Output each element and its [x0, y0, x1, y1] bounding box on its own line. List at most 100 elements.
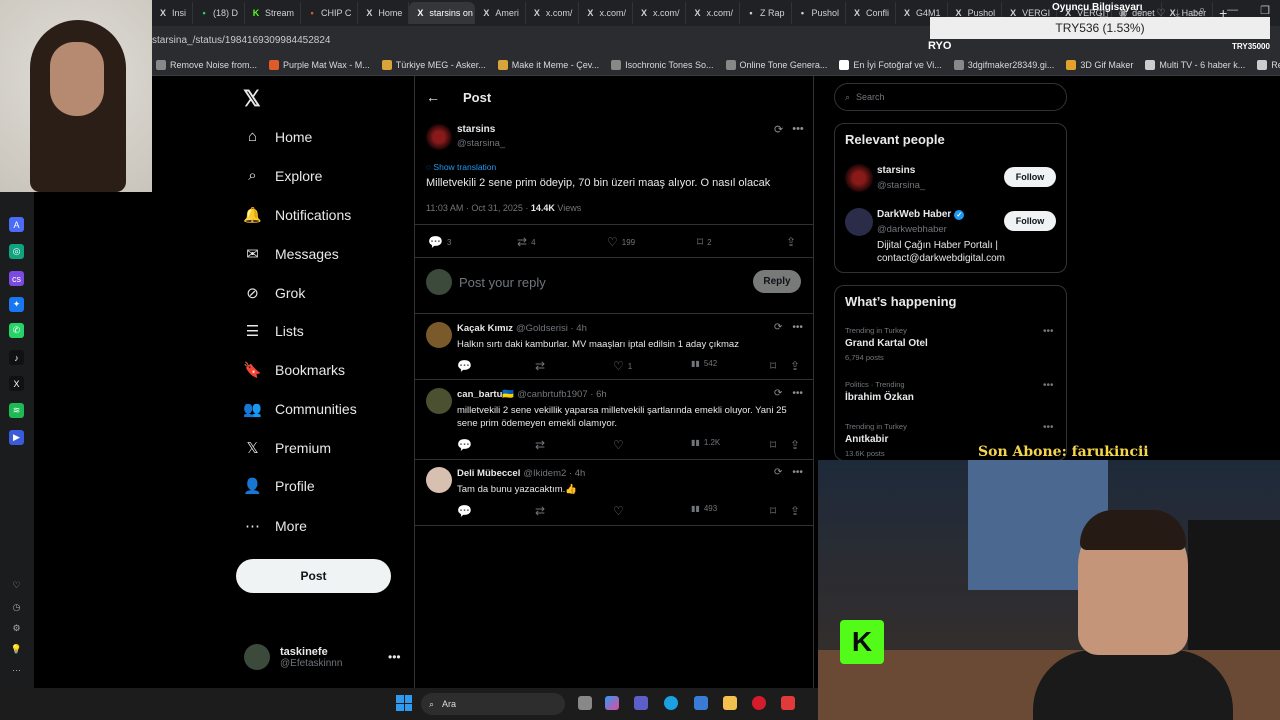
bookmark-item[interactable]: Remove Noise from...	[156, 59, 257, 70]
more-icon[interactable]: •••	[1043, 422, 1054, 433]
repost-action[interactable]: ⇄	[535, 438, 545, 452]
post-button[interactable]: Post	[236, 559, 391, 593]
reply-author[interactable]: can_bartu🇺🇦 @canbrtufb1907 · 6h	[457, 389, 607, 400]
nav-item-communities[interactable]: 👥 Communities	[243, 400, 357, 418]
nav-item-explore[interactable]: ⌕ Explore	[244, 167, 322, 184]
reply-input[interactable]: Post your reply	[459, 275, 546, 290]
back-arrow-icon[interactable]: ←	[426, 89, 440, 105]
like-action[interactable]: ♡	[613, 438, 628, 452]
settings-icon[interactable]: ⚙	[9, 621, 24, 636]
bulb-icon[interactable]: 💡	[9, 642, 24, 657]
url-text[interactable]: starsina_/status/1984169309984452824	[152, 35, 330, 46]
bookmark-item[interactable]: En İyi Fotoğraf ve Vi...	[839, 59, 942, 70]
browser-tab[interactable]: Xstarsins on X	[409, 2, 476, 24]
edge-icon[interactable]	[664, 696, 678, 710]
person-handle[interactable]: @starsina_	[877, 180, 925, 191]
bookmark-item[interactable]: Make it Meme - Çev...	[497, 59, 599, 70]
show-translation-link[interactable]: ◌ Show translation	[426, 162, 496, 172]
translate-label[interactable]: Show translation	[433, 162, 496, 172]
aria-icon[interactable]: A	[9, 217, 24, 232]
more-icon[interactable]: •••	[792, 322, 803, 333]
reply-action[interactable]: 💬	[457, 504, 472, 518]
nav-item-messages[interactable]: ✉ Messages	[244, 245, 339, 263]
nav-item-premium[interactable]: 𝕏 Premium	[244, 439, 331, 457]
store-icon[interactable]	[694, 696, 708, 710]
bookmark-action[interactable]: ⌑	[770, 438, 776, 452]
cs-icon[interactable]: cs	[9, 271, 24, 286]
author-handle[interactable]: @starsina_	[457, 138, 505, 149]
bookmark-item[interactable]: 3dgifmaker28349.gi...	[953, 59, 1054, 70]
browser-tab[interactable]: • Pushol	[792, 2, 847, 24]
share-action[interactable]: ⇪	[790, 438, 800, 452]
repost-action[interactable]: ⇄	[535, 359, 545, 373]
author-avatar[interactable]	[426, 124, 452, 150]
reply-author[interactable]: Kaçak Kımız @Goldserisi · 4h	[457, 323, 587, 334]
bookmark-item[interactable]: 3D Gif Maker	[1066, 59, 1133, 70]
reply-action[interactable]: 💬 3	[428, 235, 451, 249]
bookmark-item[interactable]: Online Tone Genera...	[725, 59, 827, 70]
browser-tab[interactable]: • (18) D	[193, 2, 246, 24]
history-icon[interactable]: ◷	[9, 600, 24, 615]
bookmark-item[interactable]: Rehber: Windows 1...	[1257, 59, 1280, 70]
copilot-icon[interactable]	[605, 696, 619, 710]
author-name[interactable]: starsins	[457, 124, 495, 135]
bookmark-item[interactable]: Multi TV - 6 haber k...	[1145, 59, 1245, 70]
reply-action[interactable]: 💬	[457, 438, 472, 452]
person-avatar[interactable]	[845, 164, 873, 192]
taskbar-search[interactable]: ⌕ Ara	[421, 693, 565, 715]
teams-icon[interactable]	[634, 696, 648, 710]
browser-tab[interactable]: X Ameri	[475, 2, 526, 24]
browser-tab[interactable]: X Insi	[152, 2, 194, 24]
like-action[interactable]: ♡ 199	[607, 235, 635, 249]
repost-action[interactable]: ⇄	[535, 504, 545, 518]
reply-author-avatar[interactable]	[426, 388, 452, 414]
explorer-icon[interactable]	[723, 696, 737, 710]
nav-item-profile[interactable]: 👤 Profile	[243, 477, 315, 495]
more-icon[interactable]: ⋯	[9, 663, 24, 678]
browser-tab[interactable]: • CHIP C	[301, 2, 359, 24]
restore-icon[interactable]: ❐	[1260, 4, 1270, 17]
browser-tab[interactable]: Xx.com/	[633, 2, 687, 24]
more-icon[interactable]: •••	[792, 467, 803, 478]
chatgpt-icon[interactable]: ◎	[9, 244, 24, 259]
spotify-icon[interactable]: ≋	[9, 403, 24, 418]
views-action[interactable]: ▮▮ 493	[691, 504, 717, 513]
share-action[interactable]: ⇪	[790, 504, 800, 518]
nav-item-notifications[interactable]: 🔔 Notifications	[243, 206, 351, 224]
browser-tab[interactable]: Xx.com/	[686, 2, 740, 24]
heart-icon[interactable]: ♡	[9, 578, 24, 593]
browser-tab[interactable]: K Stream	[245, 2, 302, 24]
views-action[interactable]: ▮▮ 1.2K	[691, 438, 720, 447]
whatsapp-icon[interactable]: ✆	[9, 323, 24, 338]
search-input[interactable]: ⌕ Search	[834, 83, 1067, 111]
grok-icon[interactable]: ⟳	[774, 123, 783, 136]
person-avatar[interactable]	[845, 208, 873, 236]
bookmark-action[interactable]: ⌑	[770, 359, 776, 373]
browser-tab[interactable]: Xx.com/	[579, 2, 633, 24]
follow-button[interactable]: Follow	[1004, 211, 1056, 231]
reply-author[interactable]: Deli Mübeccel @Ikidem2 · 4h	[457, 468, 585, 479]
browser-tab[interactable]: X Home	[358, 2, 410, 24]
tweet-time[interactable]: 11:03 AM · Oct 31, 2025 ·	[426, 203, 531, 213]
grok-icon[interactable]: ⟳	[774, 388, 782, 399]
person-handle[interactable]: @darkwebhaber	[877, 224, 947, 235]
views-action[interactable]: ▮▮ 542	[691, 359, 717, 368]
person-name[interactable]: DarkWeb Haber ✓	[877, 209, 965, 220]
bookmark-item[interactable]: Türkiye MEG - Asker...	[381, 59, 486, 70]
minimize-icon[interactable]: —	[1227, 4, 1238, 17]
player-icon[interactable]: ▶	[9, 430, 24, 445]
browser-tab[interactable]: X Confli	[846, 2, 897, 24]
like-action[interactable]: ♡ 1	[613, 359, 632, 373]
nav-item-grok[interactable]: ⊘ Grok	[244, 284, 305, 302]
opera-icon[interactable]	[752, 696, 766, 710]
share-action[interactable]: ⇪	[790, 359, 800, 373]
nav-item-more[interactable]: ⋯ More	[244, 517, 307, 535]
nav-item-lists[interactable]: ☰ Lists	[244, 322, 304, 340]
more-icon[interactable]: •••	[792, 388, 803, 399]
nav-item-bookmarks[interactable]: 🔖 Bookmarks	[243, 361, 345, 379]
more-icon[interactable]: •••	[1043, 380, 1054, 391]
repost-action[interactable]: ⇄ 4	[517, 235, 536, 249]
person-name[interactable]: starsins	[877, 165, 915, 176]
bookmark-action[interactable]: ⌑ 2	[697, 235, 712, 249]
bookmark-item[interactable]: Purple Mat Wax - M...	[269, 59, 370, 70]
